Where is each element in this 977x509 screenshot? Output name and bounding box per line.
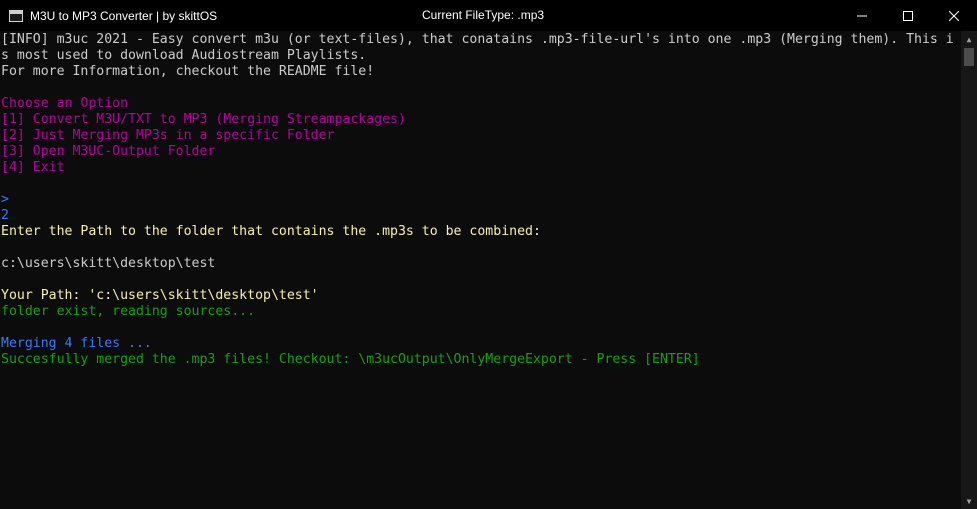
console-line: Choose an Option	[1, 96, 129, 111]
scroll-down-icon[interactable]: ▼	[961, 493, 977, 509]
console-line: Enter the Path to the folder that contai…	[1, 224, 541, 239]
console-line: 2	[1, 208, 9, 223]
scroll-thumb[interactable]	[964, 48, 974, 66]
console-line: Succesfully merged the .mp3 files! Check…	[1, 352, 700, 367]
console-app-icon[interactable]	[9, 9, 23, 22]
console-line: c:\users\skitt\desktop\test	[1, 256, 216, 271]
console-line: [3] Open M3UC-Output Folder	[1, 144, 216, 159]
console-line: [1] Convert M3U/TXT to MP3 (Merging Stre…	[1, 112, 406, 127]
console-line: [4] Exit	[1, 160, 65, 175]
console-line: folder exist, reading sources...	[1, 304, 256, 319]
console-line: s most used to download Audiostream Play…	[1, 48, 367, 63]
minimize-button[interactable]	[839, 0, 885, 31]
maximize-icon	[903, 10, 913, 21]
console-output[interactable]: [INFO] m3uc 2021 - Easy convert m3u (or …	[0, 31, 961, 509]
close-button[interactable]	[931, 0, 977, 31]
console-line: Your Path: 'c:\users\skitt\desktop\test'	[1, 288, 319, 303]
console-line: For more Information, checkout the READM…	[1, 64, 375, 79]
window-title: M3U to MP3 Converter | by skittOS	[30, 8, 218, 23]
close-icon	[949, 10, 959, 21]
window-controls	[839, 0, 977, 31]
console-line: [INFO] m3uc 2021 - Easy convert m3u (or …	[1, 32, 954, 47]
title-bar[interactable]: M3U to MP3 Converter | by skittOS Curren…	[0, 0, 977, 31]
console-window: M3U to MP3 Converter | by skittOS Curren…	[0, 0, 977, 509]
console-line: Merging 4 files ...	[1, 336, 152, 351]
minimize-icon	[857, 15, 867, 16]
console-line: [2] Just Merging MP3s in a specific Fold…	[1, 128, 335, 143]
scroll-up-icon[interactable]: ▲	[961, 31, 977, 47]
file-type-status: Current FileType: .mp3	[422, 8, 545, 22]
maximize-button[interactable]	[885, 0, 931, 31]
vertical-scrollbar[interactable]: ▲ ▼	[961, 31, 977, 509]
console-line: >	[1, 192, 9, 207]
